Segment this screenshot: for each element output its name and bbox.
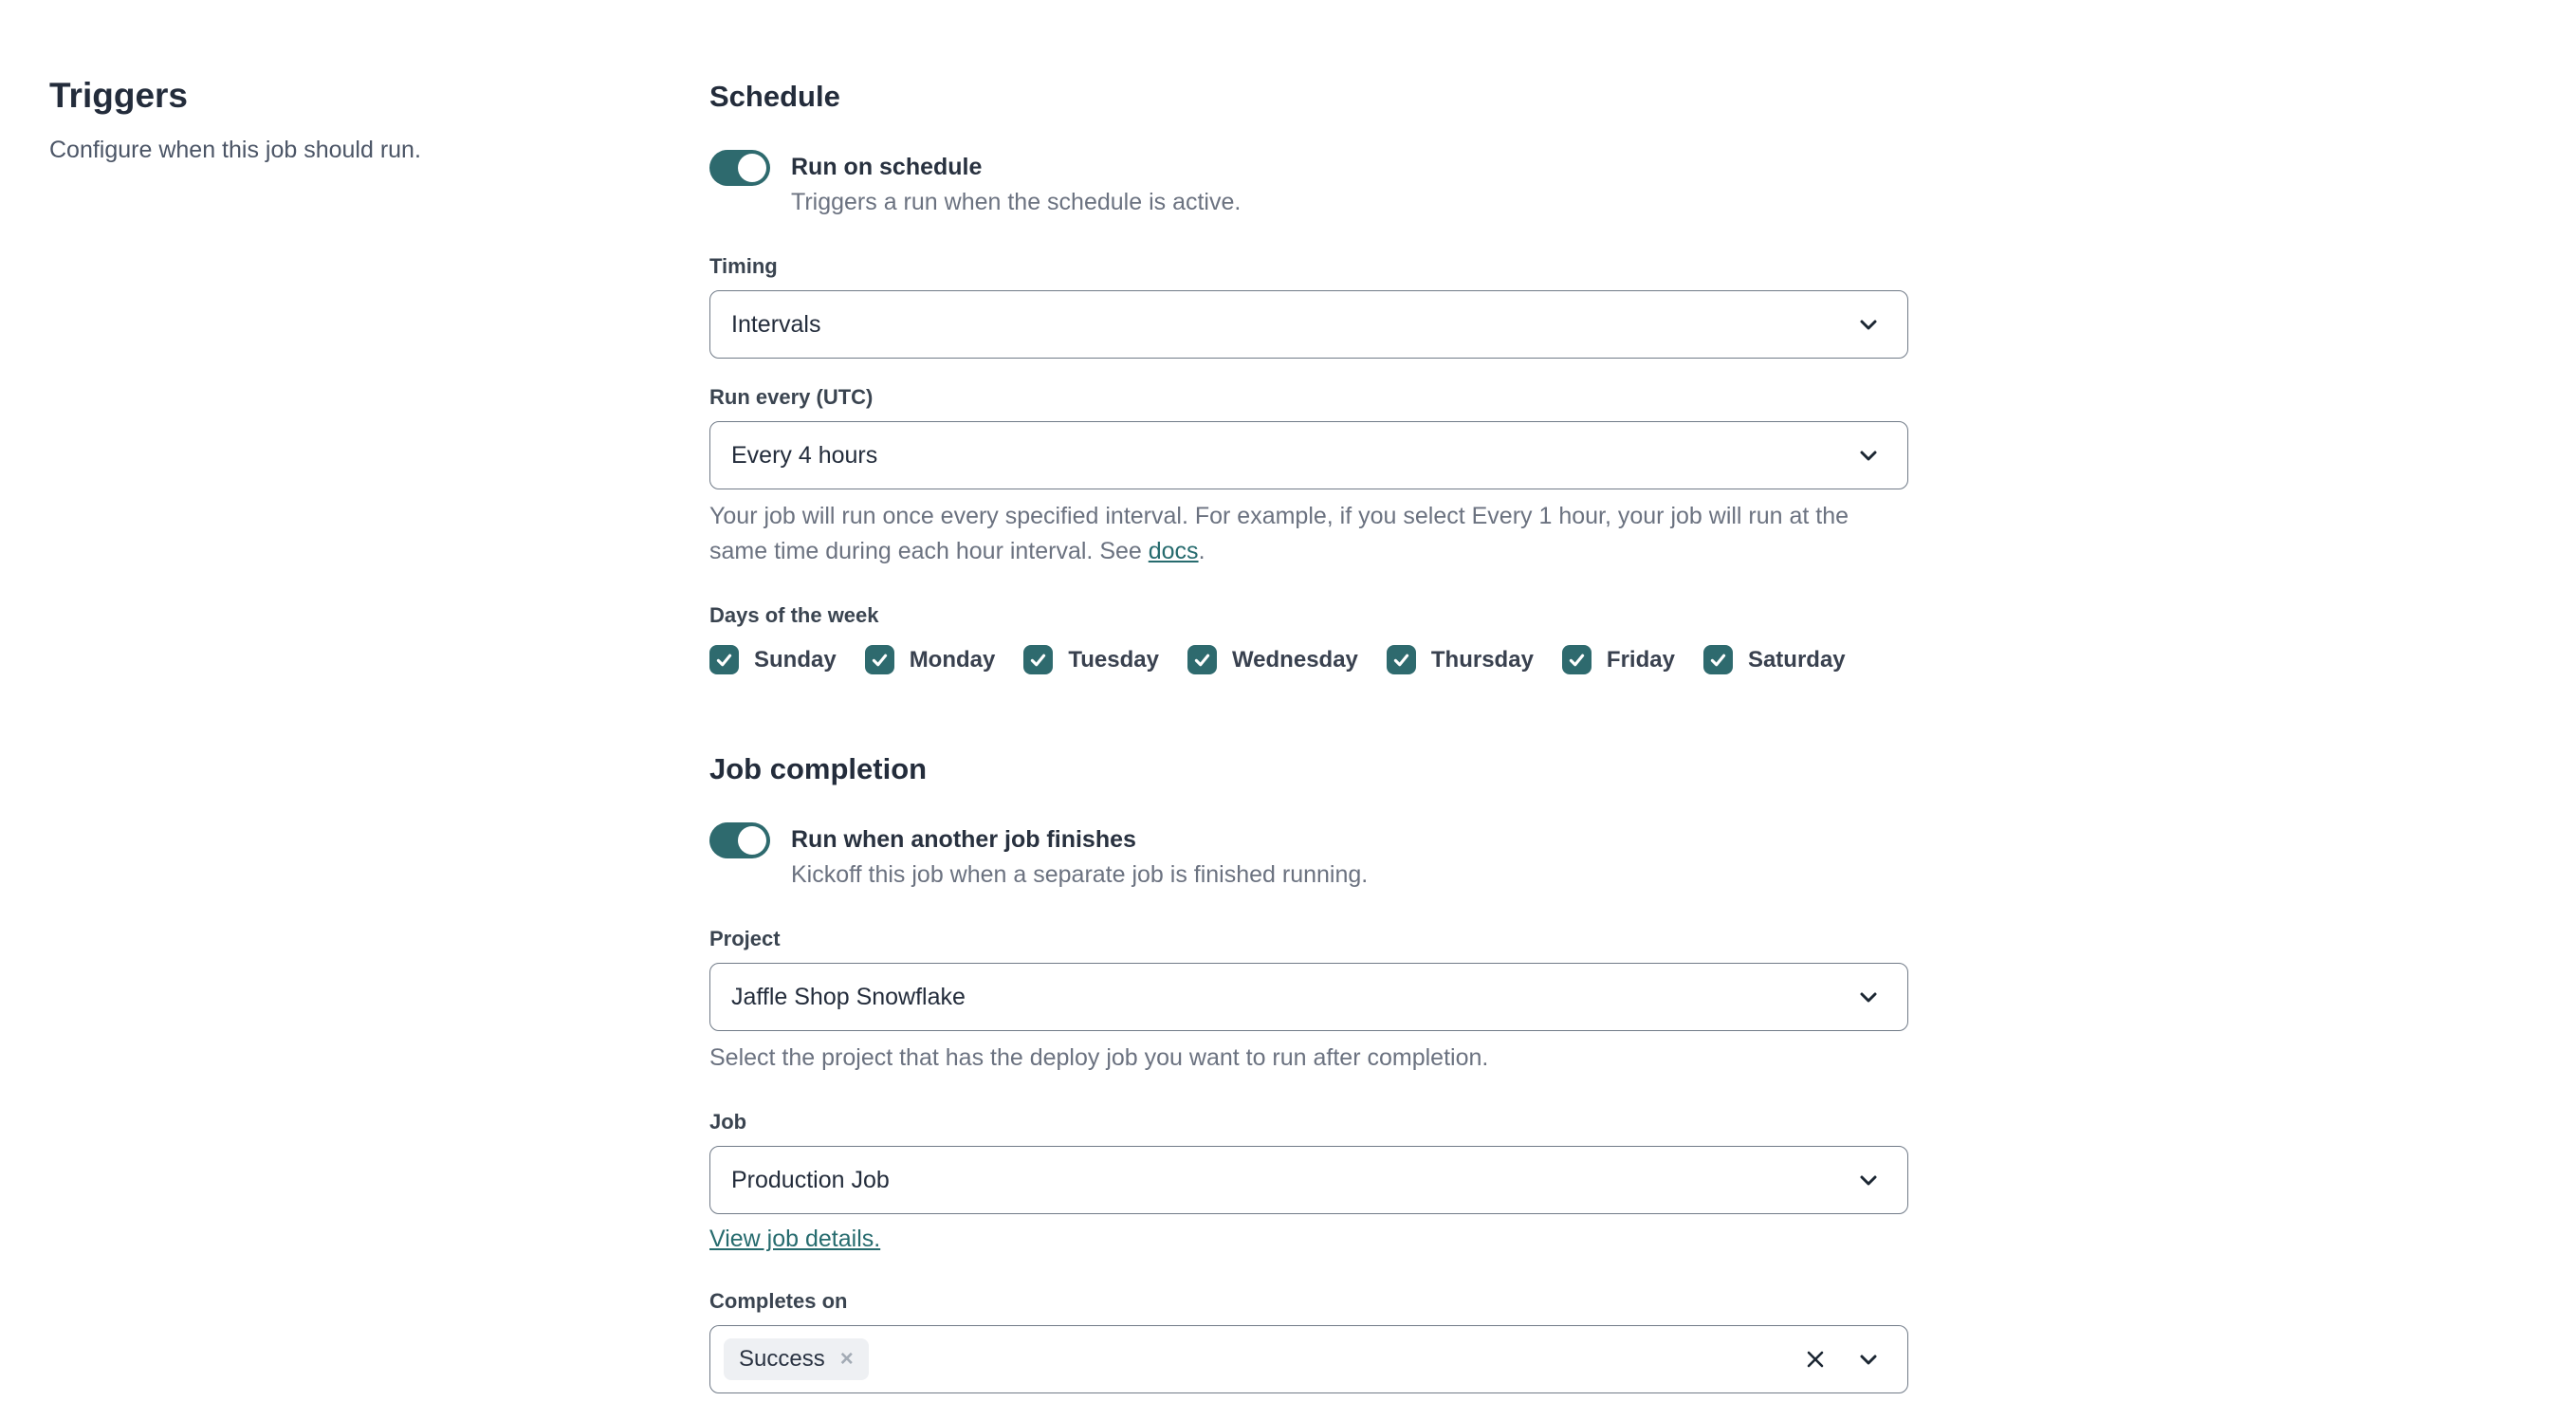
days-of-week-row: Sunday Monday Tuesday Wednesday Thursday <box>709 645 1908 674</box>
run-on-schedule-label: Run on schedule <box>791 154 983 180</box>
chevron-down-icon <box>1860 1175 1877 1186</box>
checkbox-monday[interactable]: Monday <box>864 645 996 674</box>
run-when-finished-toggle[interactable] <box>709 822 770 858</box>
checked-checkbox[interactable] <box>1023 645 1054 674</box>
view-job-details-link[interactable]: View job details. <box>709 1226 880 1253</box>
triggers-form: Schedule Run on schedule Triggers a run … <box>709 0 1908 1420</box>
day-label: Friday <box>1606 646 1675 673</box>
chevron-down-icon <box>1860 451 1877 461</box>
run-when-finished-label: Run when another job finishes <box>791 826 1136 853</box>
checkbox-sunday[interactable]: Sunday <box>709 645 837 674</box>
chip-label: Success <box>739 1346 825 1372</box>
chevron-down-icon <box>1860 992 1877 1003</box>
day-label: Thursday <box>1430 646 1534 673</box>
run-on-schedule-row: Run on schedule Triggers a run when the … <box>709 148 1908 218</box>
project-select[interactable]: Jaffle Shop Snowflake <box>709 963 1908 1031</box>
check-icon <box>1194 654 1210 667</box>
run-every-field: Run every (UTC) Every 4 hours Your job w… <box>709 385 1908 569</box>
check-icon <box>872 654 887 667</box>
schedule-heading: Schedule <box>709 80 840 113</box>
project-selected-value: Jaffle Shop Snowflake <box>731 983 966 1010</box>
checkbox-tuesday[interactable]: Tuesday <box>1023 645 1159 674</box>
job-label: Job <box>709 1110 747 1134</box>
check-icon <box>716 654 732 667</box>
checkbox-friday[interactable]: Friday <box>1561 645 1675 674</box>
run-when-finished-row: Run when another job finishes Kickoff th… <box>709 821 1908 891</box>
timing-label: Timing <box>709 254 778 278</box>
day-label: Wednesday <box>1231 646 1358 673</box>
run-when-finished-description: Kickoff this job when a separate job is … <box>791 861 1369 888</box>
timing-field: Timing Intervals <box>709 254 1908 359</box>
project-field: Project Jaffle Shop Snowflake Select the… <box>709 927 1908 1076</box>
toggle-knob <box>738 826 766 855</box>
run-every-selected-value: Every 4 hours <box>731 441 878 469</box>
timing-select[interactable]: Intervals <box>709 290 1908 359</box>
check-icon <box>1710 654 1726 667</box>
job-completion-heading: Job completion <box>709 752 928 785</box>
checkbox-saturday[interactable]: Saturday <box>1702 645 1846 674</box>
checked-checkbox[interactable] <box>709 645 739 674</box>
chip-remove-icon[interactable]: × <box>840 1348 854 1371</box>
job-select[interactable]: Production Job <box>709 1146 1908 1214</box>
chevron-down-icon[interactable] <box>1856 1347 1881 1372</box>
checkbox-thursday[interactable]: Thursday <box>1386 645 1534 674</box>
check-icon <box>1393 654 1409 667</box>
completes-on-multiselect[interactable]: Success × <box>709 1325 1908 1393</box>
clear-all-icon[interactable] <box>1805 1349 1826 1370</box>
docs-link[interactable]: docs <box>1149 538 1199 564</box>
day-label: Sunday <box>754 646 837 673</box>
completes-on-field: Completes on Success × <box>709 1289 1908 1393</box>
page-title: Triggers <box>49 76 188 115</box>
toggle-knob <box>738 154 766 182</box>
days-of-week-label: Days of the week <box>709 603 879 627</box>
section-intro: Triggers Configure when this job should … <box>49 0 709 164</box>
run-every-select[interactable]: Every 4 hours <box>709 421 1908 489</box>
checked-checkbox[interactable] <box>864 645 894 674</box>
run-every-label: Run every (UTC) <box>709 385 874 409</box>
timing-selected-value: Intervals <box>731 310 821 338</box>
selected-option-chip: Success × <box>724 1338 869 1380</box>
page-subtitle: Configure when this job should run. <box>49 137 421 163</box>
checkbox-wednesday[interactable]: Wednesday <box>1187 645 1358 674</box>
day-label: Tuesday <box>1068 646 1159 673</box>
checked-checkbox[interactable] <box>1561 645 1592 674</box>
run-every-help-text: Your job will run once every specified i… <box>709 503 1849 564</box>
completes-on-label: Completes on <box>709 1289 848 1313</box>
run-on-schedule-toggle[interactable] <box>709 150 770 186</box>
checked-checkbox[interactable] <box>1187 645 1217 674</box>
day-label: Monday <box>909 646 996 673</box>
check-icon <box>1031 654 1046 667</box>
checked-checkbox[interactable] <box>1702 645 1733 674</box>
run-on-schedule-description: Triggers a run when the schedule is acti… <box>791 189 1242 215</box>
project-label: Project <box>709 927 781 950</box>
project-help-text: Select the project that has the deploy j… <box>709 1044 1489 1071</box>
check-icon <box>1569 654 1585 667</box>
chevron-down-icon <box>1860 320 1877 330</box>
job-selected-value: Production Job <box>731 1166 890 1193</box>
checked-checkbox[interactable] <box>1386 645 1416 674</box>
job-field: Job Production Job View job details. <box>709 1110 1908 1289</box>
days-of-week-field: Days of the week Sunday Monday Tuesday W… <box>709 603 1908 674</box>
triggers-settings-page: Triggers Configure when this job should … <box>0 0 2576 1420</box>
day-label: Saturday <box>1747 646 1846 673</box>
